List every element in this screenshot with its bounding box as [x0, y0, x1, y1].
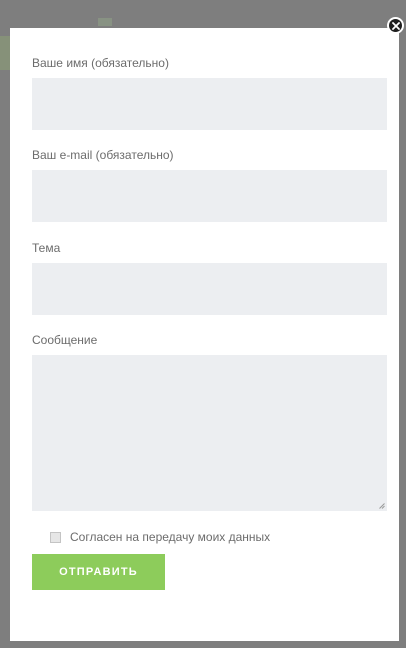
subject-field: Тема: [32, 241, 387, 315]
message-label: Сообщение: [32, 333, 98, 347]
message-field: Сообщение: [32, 333, 387, 511]
email-input[interactable]: [32, 170, 387, 222]
contact-form-modal: Ваше имя (обязательно) Ваш e-mail (обяза…: [10, 28, 399, 641]
resize-grip-icon[interactable]: [379, 503, 385, 509]
email-field: Ваш e-mail (обязательно): [32, 148, 387, 222]
message-wrapper: [32, 355, 387, 511]
consent-label: Согласен на передачу моих данных: [70, 530, 271, 544]
consent-row: Согласен на передачу моих данных: [50, 530, 270, 544]
consent-checkbox[interactable]: [50, 531, 61, 543]
message-textarea[interactable]: [32, 355, 387, 511]
name-label: Ваше имя (обязательно): [32, 56, 169, 70]
name-field: Ваше имя (обязательно): [32, 56, 387, 130]
close-icon: [391, 21, 400, 30]
background-content-fragment: [98, 18, 112, 26]
close-button[interactable]: [387, 17, 404, 34]
name-input[interactable]: [32, 78, 387, 130]
submit-button[interactable]: ОТПРАВИТЬ: [32, 554, 165, 590]
subject-input[interactable]: [32, 263, 387, 315]
email-label: Ваш e-mail (обязательно): [32, 148, 174, 162]
subject-label: Тема: [32, 241, 61, 255]
